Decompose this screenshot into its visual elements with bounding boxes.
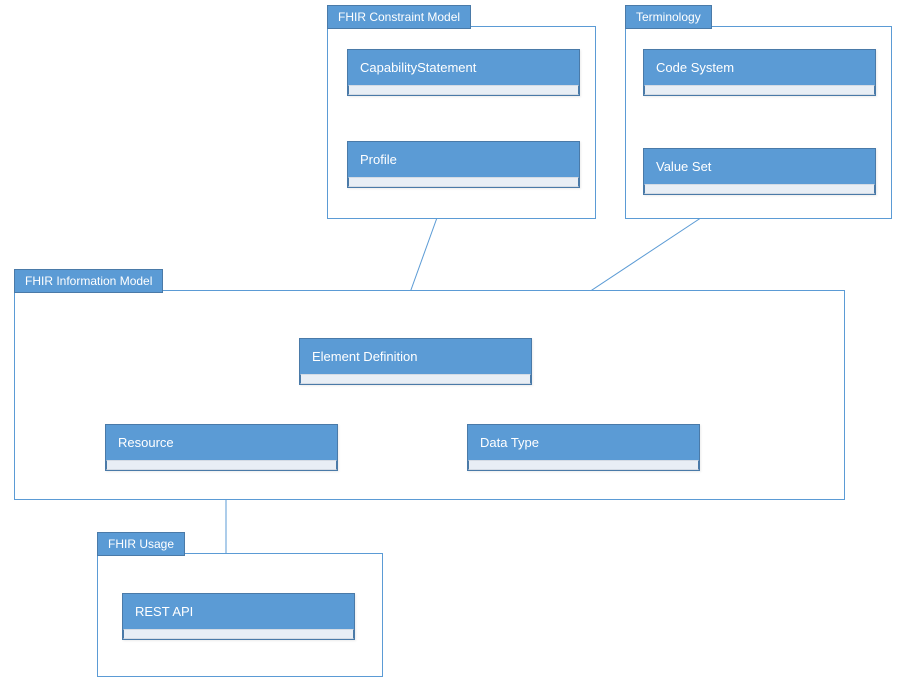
class-code-system: Code System <box>643 49 876 96</box>
class-name-element-definition: Element Definition <box>300 339 531 374</box>
package-label-usage: FHIR Usage <box>97 532 185 556</box>
package-terminology: Terminology Code System Value Set <box>625 26 892 219</box>
class-profile: Profile <box>347 141 580 188</box>
class-value-set: Value Set <box>643 148 876 195</box>
package-fhir-information-model: FHIR Information Model Element Definitio… <box>14 290 845 500</box>
package-label-terminology: Terminology <box>625 5 712 29</box>
class-name-capability-statement: CapabilityStatement <box>348 50 579 85</box>
class-attr-empty <box>644 85 875 95</box>
package-label-constraint: FHIR Constraint Model <box>327 5 471 29</box>
class-attr-empty <box>348 85 579 95</box>
class-attr-empty <box>348 177 579 187</box>
class-element-definition: Element Definition <box>299 338 532 385</box>
class-name-data-type: Data Type <box>468 425 699 460</box>
class-name-profile: Profile <box>348 142 579 177</box>
class-name-resource: Resource <box>106 425 337 460</box>
package-label-information: FHIR Information Model <box>14 269 163 293</box>
package-fhir-constraint-model: FHIR Constraint Model CapabilityStatemen… <box>327 26 596 219</box>
class-data-type: Data Type <box>467 424 700 471</box>
class-rest-api: REST API <box>122 593 355 640</box>
class-capability-statement: CapabilityStatement <box>347 49 580 96</box>
class-attr-empty <box>106 460 337 470</box>
class-attr-empty <box>644 184 875 194</box>
class-name-code-system: Code System <box>644 50 875 85</box>
class-attr-empty <box>123 629 354 639</box>
class-name-value-set: Value Set <box>644 149 875 184</box>
class-attr-empty <box>468 460 699 470</box>
class-name-rest-api: REST API <box>123 594 354 629</box>
class-resource: Resource <box>105 424 338 471</box>
class-attr-empty <box>300 374 531 384</box>
package-fhir-usage: FHIR Usage REST API <box>97 553 383 677</box>
